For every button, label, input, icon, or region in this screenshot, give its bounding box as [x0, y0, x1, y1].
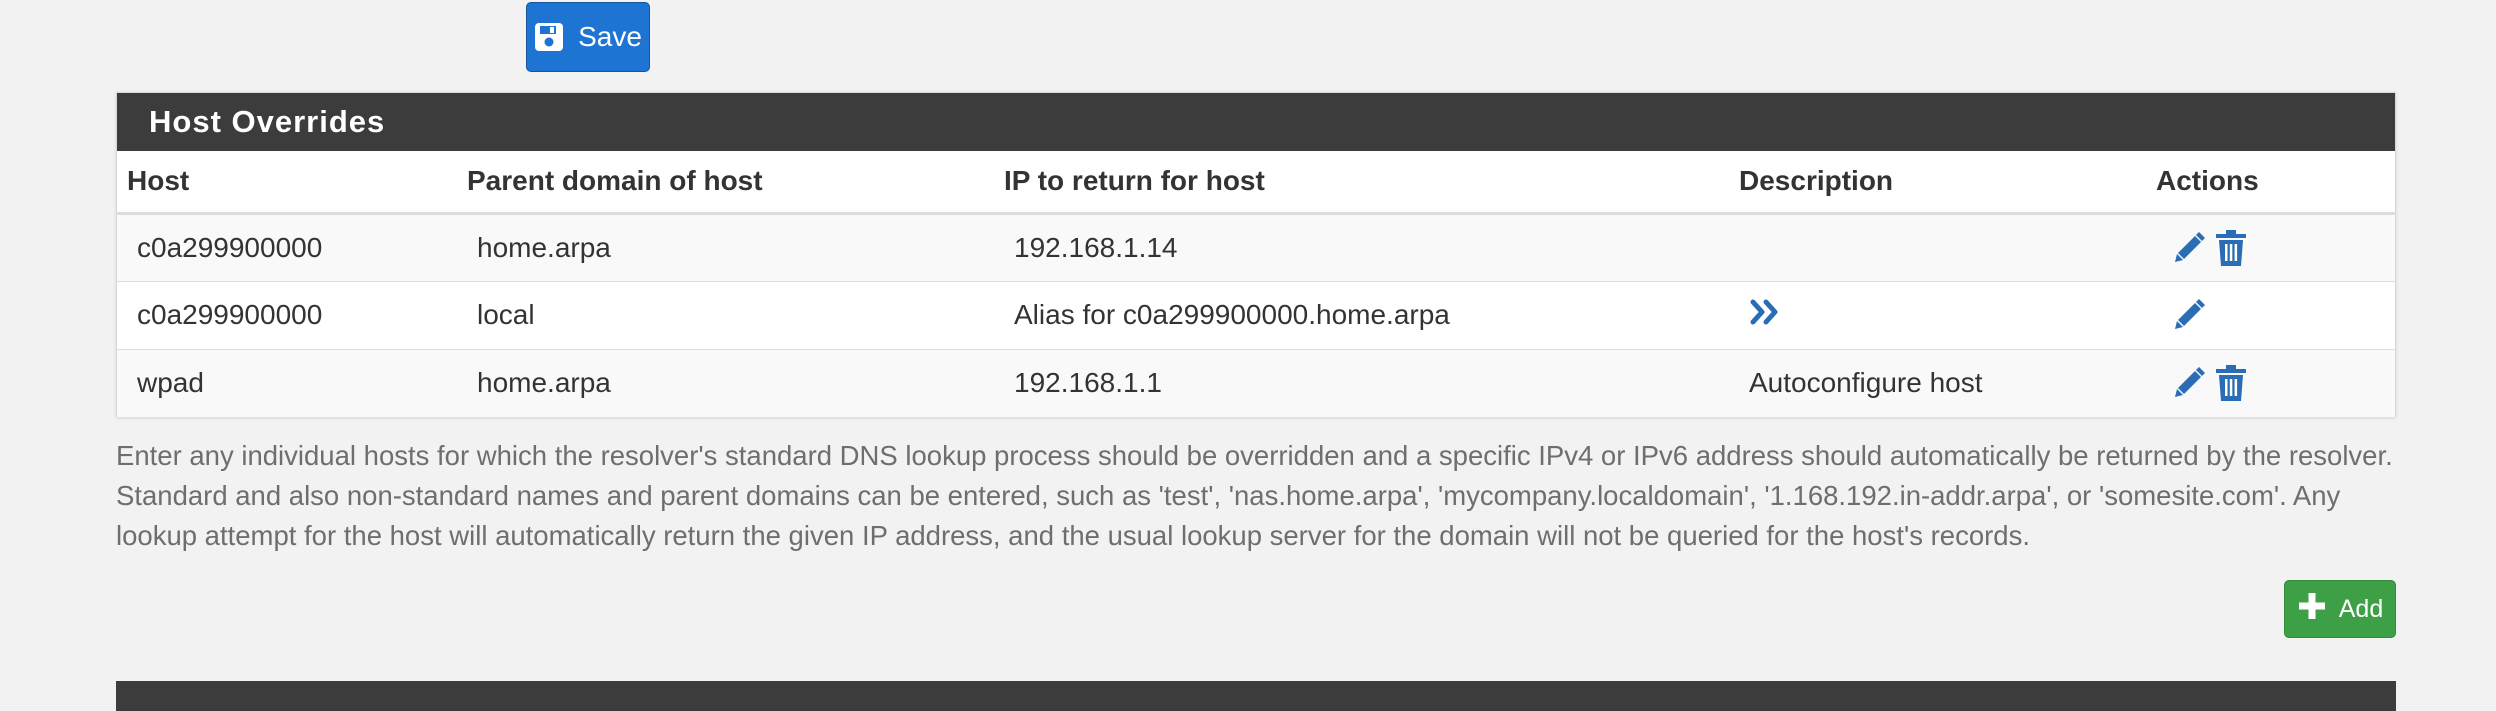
double-chevron-right-icon [1749, 297, 1783, 327]
host-overrides-table: Host Parent domain of host IP to return … [117, 151, 2395, 417]
cell-ip: 192.168.1.14 [994, 212, 1729, 281]
panel-title: Host Overrides [117, 93, 2395, 151]
cell-host: c0a299900000 [117, 212, 457, 281]
save-button-label: Save [578, 21, 642, 52]
cell-actions [2146, 348, 2395, 417]
cell-actions [2146, 280, 2395, 349]
cell-ip: 192.168.1.1 [994, 348, 1729, 417]
cell-ip: Alias for c0a299900000.home.arpa [994, 280, 1729, 349]
next-panel-heading [116, 681, 2396, 711]
cell-description [1729, 212, 2146, 281]
cell-description: Autoconfigure host [1729, 348, 2146, 417]
cell-parent-domain: home.arpa [457, 348, 994, 417]
plus-icon [2297, 591, 2327, 628]
column-header-ip: IP to return for host [994, 151, 1729, 215]
save-button[interactable]: Save [526, 2, 650, 72]
table-header-row: Host Parent domain of host IP to return … [117, 151, 2395, 215]
edit-icon[interactable] [2170, 229, 2208, 267]
column-header-parent-domain: Parent domain of host [457, 151, 994, 215]
host-overrides-panel: Host Overrides Host Parent domain of hos… [116, 92, 2396, 417]
table-row: c0a299900000 local Alias for c0a29990000… [117, 280, 2395, 349]
cell-host: c0a299900000 [117, 280, 457, 349]
cell-parent-domain: local [457, 280, 994, 349]
column-header-actions: Actions [2146, 151, 2395, 215]
help-text: Enter any individual hosts for which the… [116, 440, 2393, 551]
delete-icon[interactable] [2214, 364, 2248, 402]
cell-host: wpad [117, 348, 457, 417]
edit-icon[interactable] [2170, 364, 2208, 402]
column-header-host: Host [117, 151, 457, 215]
add-button-label: Add [2338, 594, 2384, 623]
edit-icon[interactable] [2170, 296, 2208, 334]
cell-description [1729, 280, 2146, 349]
cell-parent-domain: home.arpa [457, 212, 994, 281]
table-row: c0a299900000 home.arpa 192.168.1.14 [117, 212, 2395, 281]
delete-icon[interactable] [2214, 229, 2248, 267]
add-button[interactable]: Add [2284, 580, 2396, 638]
floppy-disk-icon [534, 22, 564, 52]
table-row: wpad home.arpa 192.168.1.1 Autoconfigure… [117, 348, 2395, 417]
column-header-description: Description [1729, 151, 2146, 215]
cell-actions [2146, 212, 2395, 281]
